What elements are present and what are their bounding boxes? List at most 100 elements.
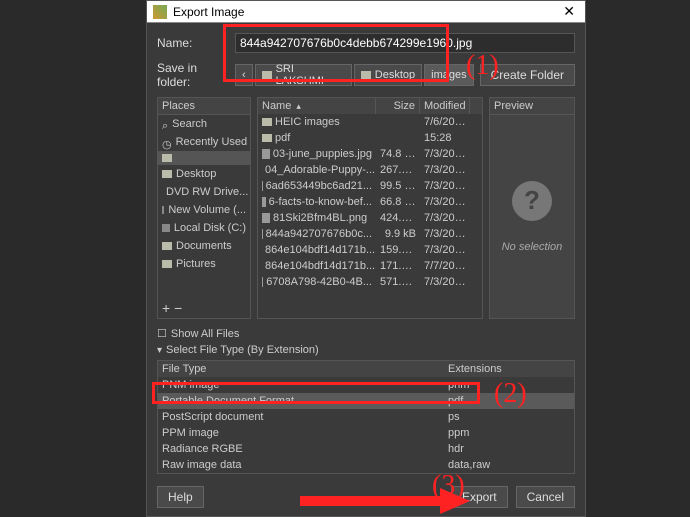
file-size: 66.8 kB [376, 196, 420, 208]
save-in-label: Save in folder: [157, 61, 229, 89]
places-item-label: Local Disk (C:) [174, 222, 246, 234]
file-modified: 7/3/2021 [420, 244, 470, 256]
file-row[interactable]: pdf15:28 [258, 130, 482, 146]
file-row[interactable]: 04_Adorable-Puppy-...267.6 kB7/3/2021 [258, 162, 482, 178]
column-size-header[interactable]: Size [376, 98, 420, 114]
breadcrumb: ‹ SRI LAKSHMI Desktop images [235, 64, 474, 86]
file-name: 844a942707676b0c... [266, 228, 372, 240]
filetype-ext: ps [444, 411, 464, 423]
filetype-row[interactable]: Portable Document Formatpdf [158, 393, 574, 409]
column-name-header[interactable]: Name▴ [258, 98, 376, 114]
title-text: Export Image [173, 5, 244, 19]
file-row[interactable]: 6-facts-to-know-bef... 66.8 kB7/3/2021 [258, 194, 482, 210]
file-icon [262, 181, 263, 191]
folder-icon [262, 134, 272, 142]
file-modified: 7/3/2021 [420, 148, 470, 160]
filetype-row[interactable]: PPM imageppm [158, 425, 574, 441]
file-name: 04_Adorable-Puppy-... [265, 164, 375, 176]
filetype-name: Raw image data [158, 459, 444, 471]
cancel-button[interactable]: Cancel [516, 486, 575, 508]
drive-icon [162, 206, 164, 214]
filetype-row[interactable]: Raw image datadata,raw [158, 457, 574, 473]
file-modified: 7/3/2021 [420, 228, 470, 240]
places-item-label: New Volume (... [168, 204, 246, 216]
select-file-type-expander[interactable]: ▾ Select File Type (By Extension) [157, 342, 575, 358]
file-list: Name▴ Size Modified HEIC images 7/6/2021 p… [257, 97, 483, 319]
places-buttons: + − [158, 298, 250, 318]
help-button[interactable]: Help [157, 486, 204, 508]
places-item[interactable]: ◷Recently Used [158, 133, 250, 151]
breadcrumb-item[interactable]: Desktop [354, 64, 422, 86]
file-modified: 7/3/2021 [420, 196, 470, 208]
question-icon: ? [512, 181, 552, 221]
file-row[interactable]: 864e104bdf14d171b...171.7 kB7/7/2021 [258, 258, 482, 274]
places-item[interactable]: Local Disk (C:) [158, 219, 250, 237]
filetype-row[interactable]: PostScript documentps [158, 409, 574, 425]
file-name: 864e104bdf14d171b... [265, 260, 375, 272]
folder-icon [162, 154, 172, 162]
file-row[interactable]: HEIC images 7/6/2021 [258, 114, 482, 130]
show-all-files-checkbox[interactable]: ☐ Show All Files [157, 325, 575, 342]
expander-icon: ▾ [157, 345, 162, 356]
drive-icon [162, 224, 170, 232]
no-selection-text: No selection [502, 241, 563, 253]
filetype-ext: data,raw [444, 459, 494, 471]
name-label: Name: [157, 36, 229, 50]
file-modified: 7/3/2021 [420, 164, 470, 176]
filetype-row[interactable]: PNM imagepnm [158, 377, 574, 393]
file-row[interactable]: 6ad653449bc6ad21...99.5 kB7/3/2021 [258, 178, 482, 194]
file-name: 864e104bdf14d171b... [265, 244, 375, 256]
checkbox-icon: ☐ [157, 327, 167, 340]
file-row[interactable]: 03-june_puppies.jpg74.8 kB7/3/2021 [258, 146, 482, 162]
places-remove-button[interactable]: − [174, 300, 182, 316]
places-item[interactable]: Documents [158, 237, 250, 255]
file-name: 6-facts-to-know-bef... [269, 196, 372, 208]
file-modified: 7/3/2021 [420, 180, 470, 192]
export-button[interactable]: Export [451, 486, 508, 508]
filetype-ext: hdr [444, 443, 468, 455]
breadcrumb-back[interactable]: ‹ [235, 64, 253, 86]
breadcrumb-item[interactable]: images [424, 64, 473, 86]
create-folder-button[interactable]: Create Folder [480, 64, 575, 86]
file-size: 159.0 kB [376, 244, 420, 256]
places-item[interactable]: ⌕Search [158, 115, 250, 133]
places-item[interactable]: Desktop [158, 165, 250, 183]
breadcrumb-item[interactable]: SRI LAKSHMI [255, 64, 352, 86]
file-size: 571.2 kB [376, 276, 420, 288]
clock-icon: ◷ [162, 138, 172, 146]
file-row[interactable]: 864e104bdf14d171b...159.0 kB7/3/2021 [258, 242, 482, 258]
filetype-name-header[interactable]: File Type [158, 361, 444, 377]
filetype-ext-header[interactable]: Extensions [444, 361, 506, 377]
filetype-row[interactable]: Radiance RGBEhdr [158, 441, 574, 457]
sort-arrow-icon: ▴ [296, 101, 301, 112]
places-item[interactable]: DVD RW Drive... [158, 183, 250, 201]
file-modified: 7/6/2021 [420, 116, 470, 128]
file-name: 81Ski2Bfm4BL.png [273, 212, 367, 224]
file-size: 424.7 kB [376, 212, 420, 224]
places-header[interactable]: Places [158, 98, 250, 115]
file-name: HEIC images [275, 116, 340, 128]
file-size: 267.6 kB [376, 164, 420, 176]
preview-header: Preview [490, 98, 574, 115]
places-add-button[interactable]: + [162, 300, 170, 316]
close-icon[interactable]: ✕ [559, 3, 579, 20]
file-size: 9.9 kB [376, 228, 420, 240]
column-modified-header[interactable]: Modified [420, 98, 470, 114]
places-item-label: Search [172, 118, 207, 130]
places-item-label: DVD RW Drive... [166, 186, 248, 198]
folder-icon [262, 71, 272, 79]
file-name: pdf [275, 132, 290, 144]
file-row[interactable]: 6708A798-42B0-4B...571.2 kB7/3/2021 [258, 274, 482, 290]
places-item[interactable]: New Volume (... [158, 201, 250, 219]
filetype-ext: ppm [444, 427, 473, 439]
export-dialog: Export Image ✕ Name: Save in folder: ‹ S… [146, 0, 586, 517]
file-modified: 7/7/2021 [420, 260, 470, 272]
file-row[interactable]: 844a942707676b0c... 9.9 kB7/3/2021 [258, 226, 482, 242]
file-size: 99.5 kB [376, 180, 420, 192]
gimp-icon [153, 5, 167, 19]
places-item[interactable]: Pictures [158, 255, 250, 273]
titlebar: Export Image ✕ [147, 1, 585, 23]
filename-input[interactable] [235, 33, 575, 53]
file-row[interactable]: 81Ski2Bfm4BL.png424.7 kB7/3/2021 [258, 210, 482, 226]
places-item[interactable] [158, 151, 250, 165]
